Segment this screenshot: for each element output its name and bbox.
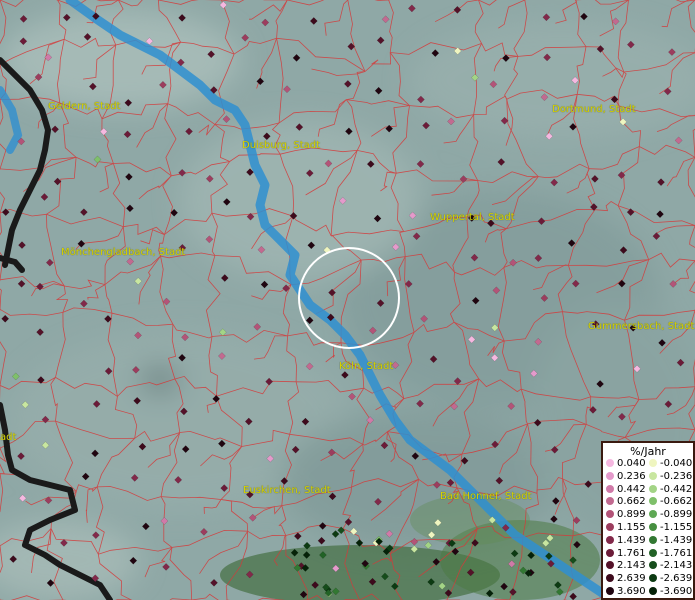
- legend-positive-swatch-icon: [606, 510, 614, 519]
- legend-negative-entry: -1.761: [649, 548, 692, 560]
- legend-negative-label: -0.040: [660, 458, 693, 469]
- city-label-moenchengladbach: Mönchengladbach, Stadt: [61, 247, 186, 258]
- legend-negative-label: -0.662: [660, 496, 693, 508]
- city-label-wuppertal: Wuppertal, Stadt: [430, 212, 515, 223]
- city-label-euskirchen: Euskirchen, Stadt: [243, 485, 331, 496]
- legend-positive-entry: 0.899: [606, 509, 646, 521]
- legend-negative-label: -3.690: [660, 586, 693, 597]
- legend-positive-entry: 0.236: [606, 471, 646, 483]
- legend-positive-swatch-icon: [606, 497, 614, 506]
- legend-positive-label: 1.439: [617, 534, 646, 546]
- legend-negative-entry: -1.155: [649, 522, 692, 534]
- legend-positive-label: 2.143: [617, 560, 646, 572]
- map-canvas[interactable]: [0, 0, 695, 600]
- legend-negative-swatch-icon: [649, 471, 657, 480]
- legend-negative-swatch-icon: [649, 510, 657, 519]
- city-label-koeln: Köln, Stadt: [339, 361, 394, 372]
- terrain-layer: [0, 0, 695, 600]
- legend-positive-swatch-icon: [606, 587, 614, 595]
- legend-negative-swatch-icon: [649, 548, 657, 557]
- legend-negative-swatch-icon: [649, 459, 657, 467]
- legend-negative-entry: -0.040: [649, 458, 692, 470]
- legend-negative-entry: -0.442: [649, 484, 692, 496]
- legend-positive-entry: 1.761: [606, 548, 646, 560]
- legend-negative-entry: -2.639: [649, 573, 692, 585]
- legend-negative-swatch-icon: [649, 574, 657, 583]
- city-label-geldern: Geldern, Stadt: [48, 101, 121, 112]
- legend-negative-entry: -0.236: [649, 471, 692, 483]
- legend-positive-label: 0.662: [617, 496, 646, 508]
- legend-negative-swatch-icon: [649, 535, 657, 544]
- legend-negative-label: -2.143: [660, 560, 693, 572]
- legend-positive-entry: 3.690: [606, 586, 646, 598]
- legend-positive-label: 2.639: [617, 573, 646, 585]
- legend-negative-label: -0.442: [660, 483, 693, 495]
- legend-negative-entry: -1.439: [649, 535, 692, 547]
- city-label-dortmund: Dortmund, Stadt: [552, 104, 636, 115]
- legend-positive-swatch-icon: [606, 459, 614, 467]
- legend-negative-label: -0.236: [660, 470, 693, 482]
- legend-negative-swatch-icon: [649, 497, 657, 506]
- legend-negative-entry: -2.143: [649, 560, 692, 572]
- legend-positive-entry: 0.040: [606, 458, 646, 470]
- legend-positive-label: 0.236: [617, 470, 646, 482]
- legend-positive-swatch-icon: [606, 535, 614, 544]
- legend: %/Jahr 0.040 0.236 0.442 0.662 0.899 1.155 1.4…: [601, 441, 695, 600]
- legend-positive-entry: 1.439: [606, 535, 646, 547]
- legend-negative-swatch-icon: [649, 523, 657, 531]
- legend-negative-entry: -0.662: [649, 496, 692, 508]
- legend-positive-label: 0.040: [617, 458, 646, 469]
- legend-negative-entry: -3.690: [649, 586, 692, 598]
- legend-positive-swatch-icon: [606, 548, 614, 557]
- legend-positive-label: 3.690: [617, 586, 646, 597]
- legend-title: %/Jahr: [630, 445, 666, 458]
- legend-positive-entry: 0.442: [606, 484, 646, 496]
- legend-positive-swatch-icon: [606, 484, 614, 493]
- legend-positive-entry: 2.639: [606, 573, 646, 585]
- legend-positive-swatch-icon: [606, 523, 614, 531]
- legend-negative-swatch-icon: [649, 561, 657, 570]
- legend-positive-label: 1.761: [617, 547, 646, 559]
- city-label-partial: adt: [0, 432, 17, 443]
- legend-positive-entry: 1.155: [606, 522, 646, 534]
- city-label-duisburg: Duisburg, Stadt: [242, 140, 321, 151]
- legend-positive-entry: 0.662: [606, 496, 646, 508]
- legend-negative-swatch-icon: [649, 484, 657, 493]
- legend-positive-entry: 2.143: [606, 560, 646, 572]
- legend-negative-entry: -0.899: [649, 509, 692, 521]
- legend-negative-label: -0.899: [660, 509, 693, 521]
- legend-negative-label: -1.155: [660, 522, 693, 533]
- legend-positive-label: 0.899: [617, 509, 646, 521]
- legend-negative-label: -1.439: [660, 534, 693, 546]
- legend-positive-swatch-icon: [606, 471, 614, 480]
- legend-positive-label: 0.442: [617, 483, 646, 495]
- legend-negative-label: -2.639: [660, 573, 693, 585]
- city-label-bad-honnef: Bad Honnef, Stadt: [440, 491, 532, 502]
- legend-negative-label: -1.761: [660, 547, 693, 559]
- legend-negative-swatch-icon: [649, 587, 657, 595]
- legend-positive-label: 1.155: [617, 522, 646, 533]
- map-view[interactable]: Geldern, Stadt Duisburg, Stadt Dortmund,…: [0, 0, 695, 600]
- legend-positive-swatch-icon: [606, 574, 614, 583]
- city-label-gummersbach: Gummersbach, Stadt: [588, 321, 695, 332]
- legend-positive-swatch-icon: [606, 561, 614, 570]
